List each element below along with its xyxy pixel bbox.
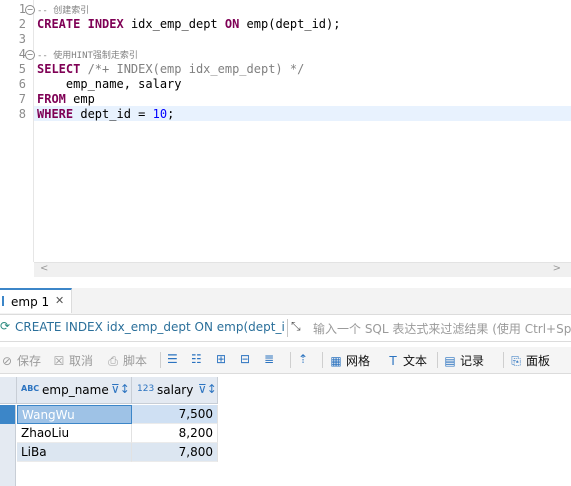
row-header[interactable] xyxy=(0,424,16,443)
scroll-left-icon[interactable]: < xyxy=(40,263,48,274)
line-number: 7 xyxy=(18,92,26,106)
row-header-empty xyxy=(0,462,16,486)
filter-row: ⟳ CREATE INDEX idx_emp_dept ON emp(dept_… xyxy=(0,315,571,342)
insert-row-icon[interactable]: ☰ xyxy=(167,352,178,366)
panel-label: 面板 xyxy=(526,354,551,368)
sql-text: dept_id = xyxy=(73,107,153,121)
cancel-button[interactable]: ☒ 取消 xyxy=(52,352,93,369)
line-number: 1 xyxy=(18,2,26,16)
table-cell[interactable]: LiBa xyxy=(17,443,132,462)
table-cell[interactable]: 7,500 xyxy=(132,405,218,424)
filter-input[interactable]: 输入一个 SQL 表达式来过滤结果 (使用 Ctrl+Spa xyxy=(313,320,571,337)
code-line-7[interactable]: FROM emp xyxy=(37,92,95,107)
record-label: 记录 xyxy=(460,354,485,368)
column-name: salary xyxy=(157,383,194,397)
result-tab-bar: emp 1 ✕ xyxy=(0,288,571,315)
result-grid[interactable]: ABC emp_name ⊽↕ 123 salary ⊽↕ WangWu 7,5… xyxy=(0,377,571,486)
string-type-icon: ABC xyxy=(21,384,40,393)
divider xyxy=(437,352,438,368)
horizontal-scrollbar[interactable]: < > xyxy=(34,262,571,277)
table-cell[interactable]: 7,800 xyxy=(132,443,218,462)
fold-toggle-icon[interactable]: − xyxy=(25,5,35,15)
line-number: 8 xyxy=(18,107,26,121)
sql-keyword: ON xyxy=(224,17,240,31)
tab-emp-1[interactable]: emp 1 ✕ xyxy=(0,288,72,313)
table-cell[interactable]: WangWu xyxy=(17,405,132,424)
source-query-text: CREATE INDEX idx_emp_dept ON emp(dept_id xyxy=(15,320,285,334)
column-header-salary[interactable]: 123 salary ⊽↕ xyxy=(132,377,218,404)
sql-comment: -- 使用HINT强制走索引 xyxy=(37,51,138,61)
script-label: 脚本 xyxy=(123,354,148,368)
close-icon[interactable]: ✕ xyxy=(55,294,64,307)
panel-icon: ⎘ xyxy=(511,354,521,368)
line-number: 5 xyxy=(18,62,26,76)
results-toolbar: ⊘ 保存 ☒ 取消 ⎙ 脚本 ☰ ☷ ⊞ ⊟ ≣ ⇡ ▦ 网格 T 文本 ▤ 记录 ⎘ 面板 xyxy=(0,347,571,374)
table-cell[interactable]: ZhaoLiu xyxy=(17,424,132,443)
sql-text: ; xyxy=(167,107,175,121)
cancel-icon: ☒ xyxy=(53,354,65,368)
query-refresh-icon[interactable]: ⟳ xyxy=(0,319,10,333)
number-type-icon: 123 xyxy=(137,384,155,394)
divider xyxy=(160,352,161,368)
sql-number: 10 xyxy=(152,107,168,121)
row-header[interactable] xyxy=(0,405,16,424)
column-header-emp-name[interactable]: ABC emp_name ⊽↕ xyxy=(17,377,132,404)
sql-identifier: idx_emp_dept xyxy=(123,17,225,31)
text-icon: T xyxy=(389,354,397,368)
add-row-icon[interactable]: ☷ xyxy=(191,352,202,366)
text-label: 文本 xyxy=(403,354,428,368)
sql-text: emp(dept_id); xyxy=(239,17,341,31)
sort-filter-icon[interactable]: ⊽↕ xyxy=(111,382,130,396)
sql-keyword: CREATE xyxy=(37,17,81,31)
save-icon: ⊘ xyxy=(1,354,13,368)
save-label: 保存 xyxy=(17,354,42,368)
sql-keyword: FROM xyxy=(37,92,66,106)
grid-label: 网格 xyxy=(346,354,371,368)
script-button[interactable]: ⎙ 脚本 xyxy=(106,352,147,369)
divider xyxy=(287,319,288,337)
row-header[interactable] xyxy=(0,443,16,462)
code-line-2[interactable]: CREATE INDEX idx_emp_dept ON emp(dept_id… xyxy=(37,17,340,32)
sql-keyword: SELECT xyxy=(37,62,81,76)
sql-keyword: WHERE xyxy=(37,107,74,121)
sql-comment: -- 创建索引 xyxy=(37,6,90,16)
revert-row-icon[interactable]: ≣ xyxy=(264,352,274,366)
fold-toggle-icon[interactable]: − xyxy=(25,50,35,60)
line-number: 2 xyxy=(18,17,26,31)
export-icon[interactable]: ⇡ xyxy=(298,352,308,366)
record-icon: ▤ xyxy=(444,354,456,368)
sql-text: emp xyxy=(65,92,95,106)
sql-editor[interactable]: 1 − 2 3 4 − 5 6 7 8 -- 创建索引 CREATE INDEX… xyxy=(0,0,571,282)
line-number: 4 xyxy=(18,47,26,61)
delete-row-icon[interactable]: ⊟ xyxy=(240,352,250,366)
line-number: 3 xyxy=(18,32,26,46)
tab-label: emp 1 xyxy=(11,295,50,309)
save-button[interactable]: ⊘ 保存 xyxy=(0,352,41,369)
sort-filter-icon[interactable]: ⊽↕ xyxy=(198,382,217,396)
code-line-6[interactable]: emp_name, salary xyxy=(37,77,182,92)
table-cell[interactable]: 8,200 xyxy=(132,424,218,443)
row-number-header xyxy=(0,377,17,404)
cancel-label: 取消 xyxy=(69,354,94,368)
expand-filter-icon[interactable]: ⤡ xyxy=(291,319,301,334)
scroll-right-icon[interactable]: > xyxy=(553,263,561,274)
copy-row-icon[interactable]: ⊞ xyxy=(216,352,226,366)
grid-icon: ▦ xyxy=(330,354,342,368)
divider xyxy=(503,352,504,368)
line-number: 6 xyxy=(18,77,26,91)
sql-hint-comment: /*+ INDEX(emp idx_emp_dept) */ xyxy=(80,62,305,76)
record-view-button[interactable]: ▤ 记录 xyxy=(443,352,484,369)
text-view-button[interactable]: T 文本 xyxy=(386,352,427,369)
divider xyxy=(322,352,323,368)
code-line-5[interactable]: SELECT /*+ INDEX(emp idx_emp_dept) */ xyxy=(37,62,304,77)
script-icon: ⎙ xyxy=(108,354,118,368)
column-name: emp_name xyxy=(42,383,109,397)
panel-toggle-button[interactable]: ⎘ 面板 xyxy=(509,352,550,369)
line-number-gutter: 1 − 2 3 4 − 5 6 7 8 xyxy=(0,0,35,262)
divider xyxy=(290,352,291,368)
code-line-8[interactable]: WHERE dept_id = 10; xyxy=(37,107,174,122)
grid-view-button[interactable]: ▦ 网格 xyxy=(329,352,370,369)
sql-keyword: INDEX xyxy=(87,17,124,31)
